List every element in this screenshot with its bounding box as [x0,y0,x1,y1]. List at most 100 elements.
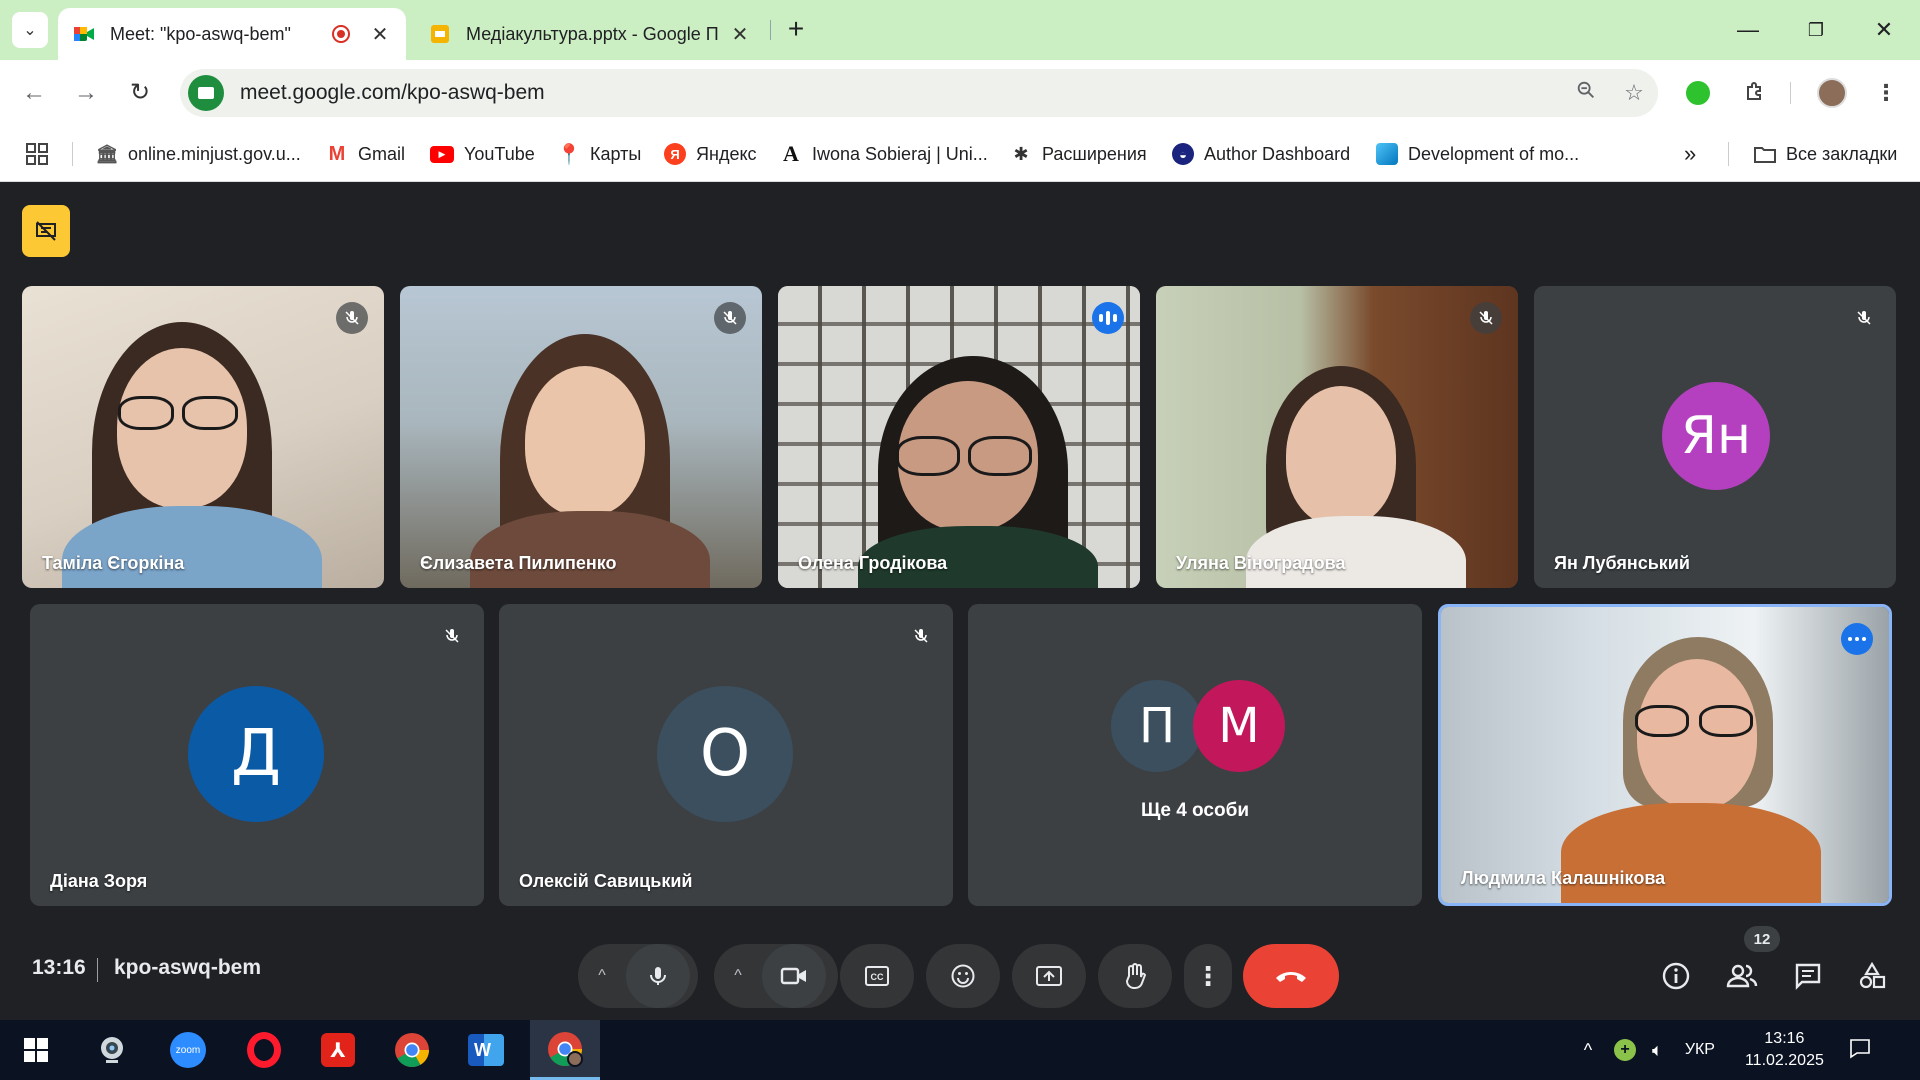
video-camera-icon [780,967,806,985]
microphone-icon [650,967,666,985]
speaker-icon[interactable]: 🔈︎ [1652,1040,1663,1061]
participant-tile[interactable]: О Олексій Савицький [499,604,953,906]
more-participants-tile[interactable]: П М Ще 4 особи [968,604,1422,906]
close-tab-icon[interactable]: ✕ [728,22,752,47]
bookmark-youtube[interactable]: ▶ YouTube [430,138,535,170]
clock[interactable]: 13:16 11.02.2025 [1745,1028,1824,1072]
url-text[interactable]: meet.google.com/kpo-aswq-bem [240,81,1562,105]
acrobat-icon[interactable]: ⅄ [314,1028,362,1072]
no-presentation-icon [36,221,56,241]
chevron-up-icon[interactable]: ^ [1574,1040,1602,1061]
extension-green-icon[interactable] [1678,73,1718,113]
all-bookmarks-button[interactable]: Все закладки [1754,138,1897,170]
face-shape [525,366,645,516]
participant-tile[interactable]: Уляна Віноградова [1156,286,1518,588]
extensions-puzzle-icon[interactable] [1734,73,1774,113]
webcam-icon[interactable] [88,1028,136,1072]
participant-name: Людмила Калашнікова [1461,868,1666,888]
people-button[interactable] [1716,950,1768,1002]
recording-icon [332,25,350,43]
bookmark-gmail[interactable]: M Gmail [326,138,405,170]
bookmark-star-icon[interactable]: ☆ [1610,80,1658,106]
chat-button[interactable] [1782,950,1834,1002]
video-options-button[interactable]: ^ [714,944,762,1008]
profile-avatar[interactable] [1812,73,1852,113]
system-tray: ^ + 🔈︎ УКР 13:16 11.02.2025 [1574,1020,1872,1080]
raise-hand-icon [1125,963,1147,989]
face-shape [1286,386,1396,526]
tab-slides[interactable]: Медіакультура.pptx - Google П ✕ [414,8,766,60]
opera-icon[interactable] [240,1028,288,1072]
bookmarks-overflow-button[interactable]: » [1684,138,1696,170]
bookmark-author-dashboard[interactable]: ◒ Author Dashboard [1172,138,1350,170]
zoom-icon[interactable]: zoom [164,1028,212,1072]
bookmark-maps[interactable]: 📍 Карты [557,138,642,170]
windows-start-icon[interactable] [12,1028,60,1072]
notifications-icon[interactable] [1848,1036,1872,1065]
restore-button[interactable]: ❐ [1786,12,1846,48]
chrome-icon[interactable] [388,1028,436,1072]
forward-button[interactable]: → [66,73,106,113]
camera-button[interactable] [762,944,826,1008]
folder-icon [1754,143,1776,165]
participant-avatar: Д [188,686,324,822]
word-icon[interactable]: W [462,1028,510,1072]
bookmark-minjust[interactable]: 🏛 online.minjust.gov.u... [96,138,301,170]
participant-tile[interactable]: Таміла Єгоркіна [22,286,384,588]
more-options-button[interactable]: ⋮ [1184,944,1232,1008]
zoom-icon[interactable] [1562,79,1610,107]
close-tab-icon[interactable]: ✕ [368,22,392,47]
bookmark-label: Gmail [358,143,406,164]
address-bar[interactable]: meet.google.com/kpo-aswq-bem ☆ [180,69,1658,117]
bookmark-label: Карты [590,143,642,164]
reload-button[interactable]: ↻ [120,73,160,113]
reactions-button[interactable] [926,944,1000,1008]
present-screen-icon [1036,966,1062,986]
participant-name: Уляна Віноградова [1176,553,1346,573]
raise-hand-button[interactable] [1098,944,1172,1008]
back-button[interactable]: ← [14,73,54,113]
participant-tile[interactable]: Ян Ян Лубянський [1534,286,1896,588]
self-view-tile[interactable]: Людмила Калашнікова [1438,604,1892,906]
captions-button[interactable]: CC [840,944,914,1008]
presentation-off-badge[interactable] [22,205,70,257]
chrome-profile-icon[interactable] [530,1020,600,1080]
yandex-icon: Я [664,143,686,165]
bookmark-label: online.minjust.gov.u... [128,143,301,164]
bookmark-label: Development of mo... [1408,143,1580,164]
antivirus-icon[interactable]: + [1614,1039,1636,1061]
microphone-button[interactable] [626,944,690,1008]
apps-grid-icon[interactable] [26,138,48,170]
bookmarks-divider [72,142,73,166]
participant-video [1441,607,1889,903]
activities-button[interactable] [1846,950,1898,1002]
mic-off-icon [714,302,746,334]
participant-tile[interactable]: Олена Гродікова [778,286,1140,588]
audio-options-button[interactable]: ^ [578,944,626,1008]
close-window-button[interactable]: ✕ [1854,12,1914,48]
new-tab-button[interactable]: + [780,14,812,46]
speaking-indicator-icon [1092,302,1124,334]
tab-search-button[interactable]: ⌄ [12,12,48,48]
chrome-menu-icon[interactable]: ⋮ [1866,73,1906,113]
bookmark-development[interactable]: Development of mo... [1376,138,1579,170]
meeting-details-button[interactable] [1650,950,1702,1002]
participant-tile[interactable]: Д Діана Зоря [30,604,484,906]
participant-tile[interactable]: Єлизавета Пилипенко [400,286,762,588]
minimize-button[interactable]: — [1718,12,1778,48]
present-screen-button[interactable] [1012,944,1086,1008]
language-indicator[interactable]: УКР [1685,1041,1715,1059]
bookmark-yandex[interactable]: Я Яндекс [664,138,757,170]
glasses-shape [182,396,238,430]
bookmark-extensions[interactable]: ✱ Расширения [1010,138,1146,170]
more-options-icon[interactable] [1841,623,1873,655]
site-info-icon[interactable] [188,75,224,111]
activities-shapes-icon [1859,961,1886,989]
mic-control-group: ^ [578,944,698,1008]
meeting-time: 13:16 [32,956,86,979]
bookmark-academia[interactable]: A Iwona Sobieraj | Uni... [780,138,988,170]
tab-meet[interactable]: Meet: "kpo-aswq-bem" ✕ [58,8,406,60]
google-meet-icon [74,27,94,41]
participant-name: Ян Лубянський [1554,553,1690,573]
leave-call-button[interactable] [1243,944,1339,1008]
